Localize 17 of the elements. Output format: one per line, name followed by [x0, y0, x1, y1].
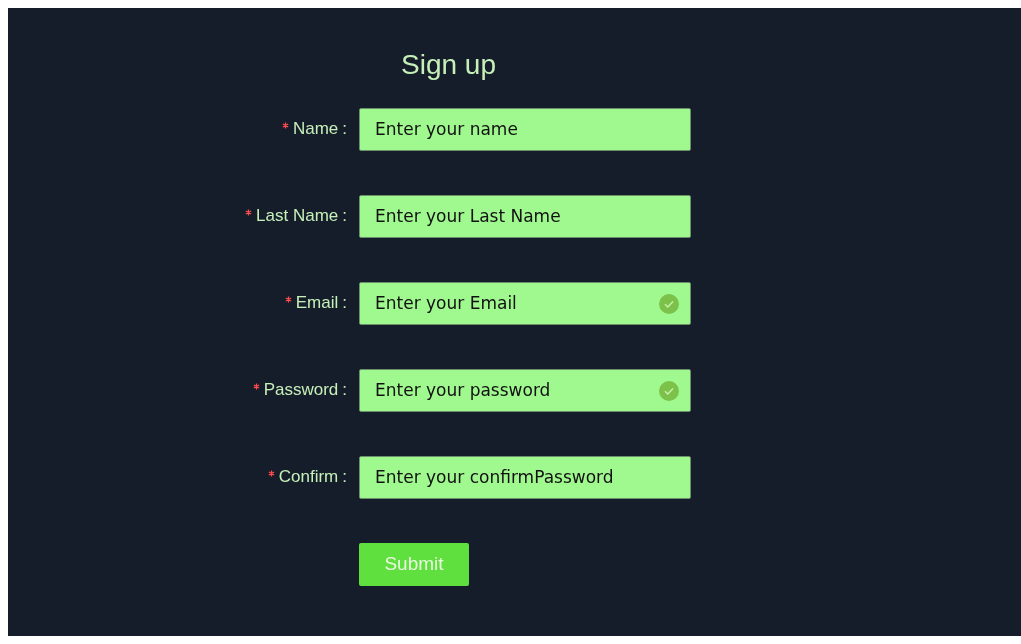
field-label: Password	[263, 380, 339, 401]
input-field[interactable]: Enter your confirmPassword	[359, 455, 691, 499]
label-colon: :	[342, 206, 347, 227]
field-label: Email	[295, 293, 339, 314]
input-field[interactable]: Enter your name	[359, 107, 691, 151]
label-colon: :	[342, 293, 347, 314]
input-field[interactable]: Enter your password	[359, 368, 691, 412]
input-field[interactable]: Enter your Last Name	[359, 194, 691, 238]
label-colon: :	[342, 380, 347, 401]
field-label: Confirm	[278, 467, 339, 488]
submit-button[interactable]: Submit	[359, 542, 469, 586]
field-label: Last Name	[256, 206, 339, 227]
label-colon: :	[342, 467, 347, 488]
field-label: Name	[292, 119, 339, 140]
label-colon: :	[342, 119, 347, 140]
form-title: Sign up	[401, 48, 496, 82]
input-field[interactable]: Enter your Email	[359, 281, 691, 325]
